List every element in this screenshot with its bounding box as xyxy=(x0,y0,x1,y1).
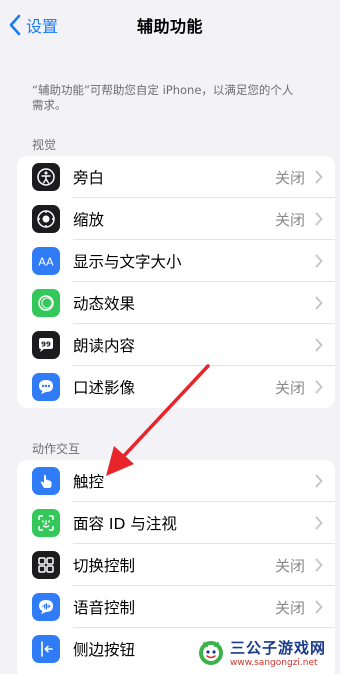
settings-row-label: 面容 ID 与注视 xyxy=(73,515,177,533)
chevron-right-icon xyxy=(315,296,323,310)
settings-row-label: 显示与文字大小 xyxy=(73,253,182,271)
chevron-right-icon xyxy=(315,170,323,184)
watermark-logo-icon xyxy=(199,641,223,665)
chevron-right-icon xyxy=(315,474,323,488)
settings-row-value: 关闭 xyxy=(274,556,305,575)
back-button-label: 设置 xyxy=(26,17,59,36)
page-title: 辅助功能 xyxy=(136,17,203,36)
settings-row-label: 侧边按钮 xyxy=(73,641,136,659)
settings-row-face-id[interactable]: 面容 ID 与注视 xyxy=(17,502,335,544)
voiceover-icon xyxy=(32,163,60,191)
section-header-physical-motor: 动作交互 xyxy=(32,442,81,456)
chevron-right-icon xyxy=(315,212,323,226)
settings-row-switch-control[interactable]: 切换控制 关闭 xyxy=(17,544,335,586)
chevron-right-icon xyxy=(315,516,323,530)
settings-row-label: 缩放 xyxy=(73,211,105,229)
settings-row-touch[interactable]: 触控 xyxy=(17,460,335,502)
audio-description-icon xyxy=(32,373,60,401)
settings-row-display-text-size[interactable]: AA 显示与文字大小 xyxy=(17,240,335,282)
spoken-content-icon: 99 xyxy=(32,331,60,359)
section-header-vision: 视觉 xyxy=(32,138,57,152)
settings-row-value: 关闭 xyxy=(274,168,305,187)
watermark-name: 三公子游戏网 xyxy=(230,638,327,657)
settings-row-label: 口述影像 xyxy=(73,379,136,397)
settings-row-voice-control[interactable]: 语音控制 关闭 xyxy=(17,586,335,628)
chevron-right-icon xyxy=(315,338,323,352)
voice-control-icon xyxy=(32,593,60,621)
chevron-right-icon xyxy=(315,254,323,268)
settings-row-label: 触控 xyxy=(73,473,105,491)
zoom-icon xyxy=(32,205,60,233)
settings-row-label: 语音控制 xyxy=(73,599,136,617)
settings-row-value: 关闭 xyxy=(274,378,305,397)
face-id-icon xyxy=(32,509,60,537)
settings-row-voiceover[interactable]: 旁白 关闭 xyxy=(17,156,335,198)
settings-row-motion[interactable]: 动态效果 xyxy=(17,282,335,324)
navigation-bar: 设置 辅助功能 xyxy=(0,0,340,50)
settings-row-label: 动态效果 xyxy=(73,295,136,313)
settings-row-label: 切换控制 xyxy=(73,557,136,575)
side-button-icon xyxy=(32,635,60,663)
settings-row-label: 旁白 xyxy=(73,169,105,187)
settings-row-zoom[interactable]: 缩放 关闭 xyxy=(17,198,335,240)
svg-text:99: 99 xyxy=(41,341,51,349)
watermark-url: www.sangongzi.net xyxy=(230,657,318,668)
chevron-right-icon xyxy=(315,380,323,394)
chevron-left-icon xyxy=(9,14,21,36)
svg-text:AA: AA xyxy=(38,256,54,269)
settings-row-spoken-content[interactable]: 99 朗读内容 xyxy=(17,324,335,366)
settings-row-audio-description[interactable]: 口述影像 关闭 xyxy=(17,366,335,408)
chevron-right-icon xyxy=(315,558,323,572)
chevron-right-icon xyxy=(315,600,323,614)
settings-row-label: 朗读内容 xyxy=(73,337,136,355)
back-button[interactable]: 设置 xyxy=(8,12,58,38)
switch-control-icon xyxy=(32,551,60,579)
settings-group-vision: 旁白 关闭 缩放 关闭 AA 显示与文字大小 动态效果 99 朗读内容 口述影像… xyxy=(17,156,335,408)
settings-row-value: 关闭 xyxy=(274,210,305,229)
page-description: “辅助功能”可帮助您自定 iPhone，以满足您的个人需求。 xyxy=(32,83,294,112)
watermark: 三公子游戏网 www.sangongzi.net xyxy=(196,630,340,674)
display-text-size-icon: AA xyxy=(32,247,60,275)
touch-icon xyxy=(32,467,60,495)
motion-icon xyxy=(32,289,60,317)
settings-row-value: 关闭 xyxy=(274,598,305,617)
